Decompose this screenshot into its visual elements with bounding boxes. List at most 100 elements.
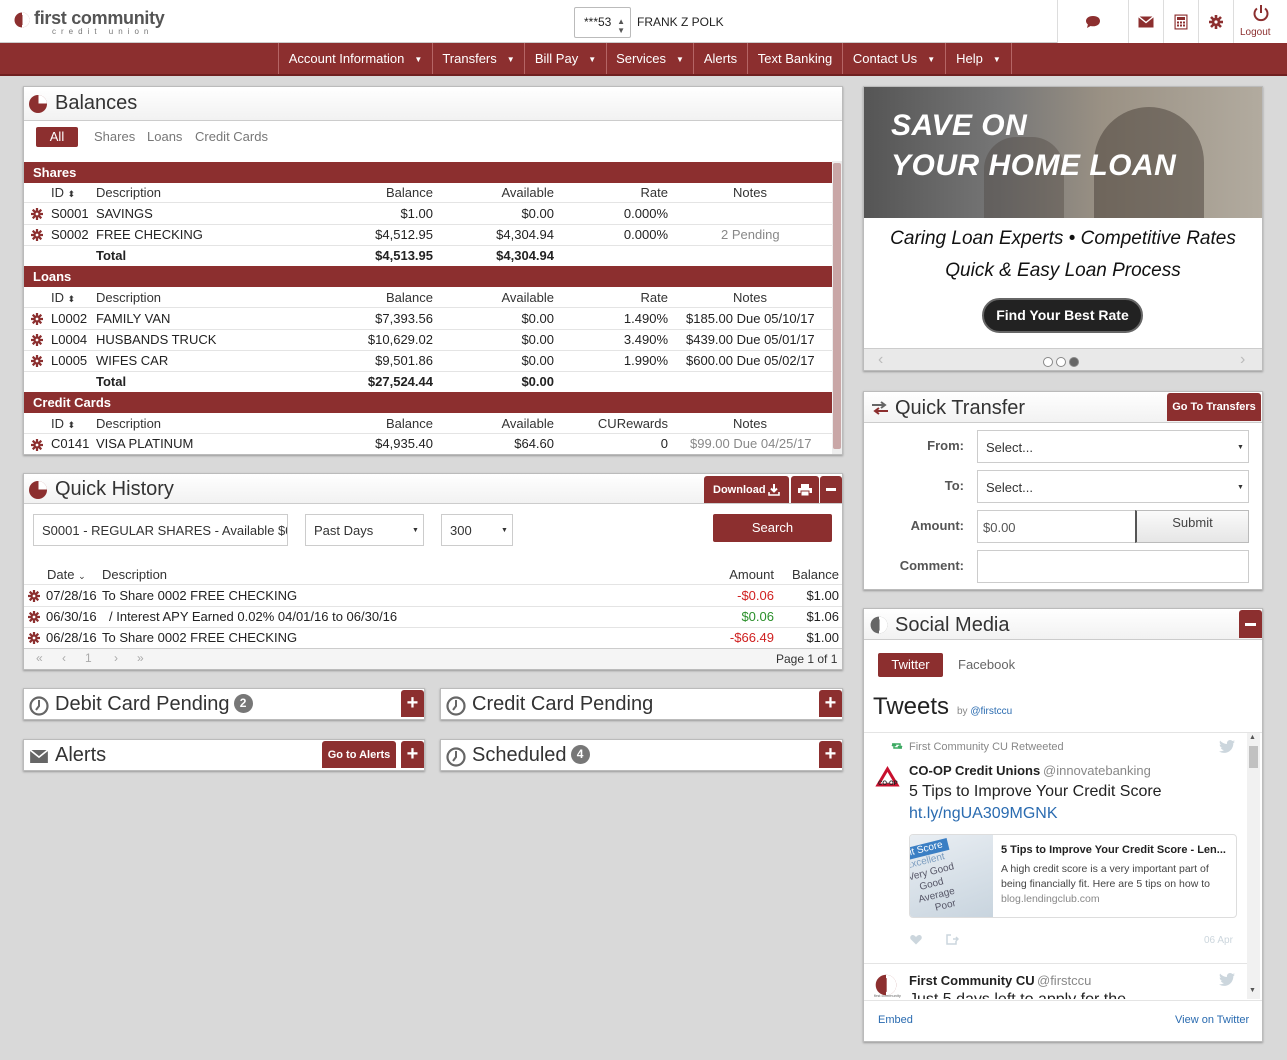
tab-facebook[interactable]: Facebook — [958, 657, 1015, 672]
twitter-bird-icon[interactable] — [1219, 973, 1235, 986]
table-row[interactable]: L0004 HUSBANDS TRUCK $10,629.02 $0.00 3.… — [24, 329, 832, 350]
balances-scrollbar[interactable] — [832, 161, 842, 454]
tweet-timeline[interactable]: First Community CU Retweeted CO-OP CO-OP… — [864, 733, 1262, 999]
table-row[interactable]: S0002 FREE CHECKING $4,512.95 $4,304.94 … — [24, 224, 832, 245]
gear-icon[interactable] — [31, 313, 43, 325]
filter-loans[interactable]: Loans — [147, 129, 182, 144]
chat-button[interactable] — [1057, 0, 1128, 43]
comment-input[interactable] — [977, 550, 1249, 583]
gear-icon[interactable] — [31, 334, 43, 346]
history-days-select[interactable]: 300 ▼ — [441, 514, 513, 546]
scheduled-panel[interactable]: Scheduled4 + — [440, 739, 843, 771]
carousel-next-icon[interactable]: › — [1240, 351, 1245, 369]
print-button[interactable] — [791, 476, 819, 503]
nav-account-information[interactable]: Account Information▼ — [278, 43, 432, 74]
pager-last[interactable]: » — [137, 651, 144, 665]
to-select[interactable]: Select... ▼ — [977, 470, 1249, 503]
expand-button[interactable]: + — [401, 690, 424, 717]
scroll-up-icon[interactable]: ▲ — [1249, 734, 1256, 741]
view-on-twitter-link[interactable]: View on Twitter — [1175, 1014, 1249, 1026]
nav-contact-us[interactable]: Contact Us▼ — [842, 43, 945, 74]
history-period-select[interactable]: Past Days ▼ — [305, 514, 424, 546]
pager-page[interactable]: 1 — [85, 651, 92, 665]
nav-bill-pay[interactable]: Bill Pay▼ — [524, 43, 606, 74]
nav-services[interactable]: Services▼ — [606, 43, 693, 74]
tweet-link[interactable]: ht.ly/ngUA309MGNK — [909, 805, 1058, 823]
col-date[interactable]: Date ⌄ — [47, 567, 86, 582]
gear-icon[interactable] — [31, 208, 43, 220]
table-row[interactable]: 06/30/16 / Interest APY Earned 0.02% 04/… — [24, 606, 842, 627]
account-select[interactable]: ***53 ▲▼ — [574, 7, 631, 38]
settings-button[interactable] — [1198, 0, 1233, 43]
amount-input[interactable]: $0.00 — [977, 510, 1136, 543]
scrollbar-thumb[interactable] — [1249, 746, 1258, 768]
table-row[interactable]: L0002 FAMILY VAN $7,393.56 $0.00 1.490% … — [24, 308, 832, 329]
link-card[interactable]: dit Score Excellent Very Good Good Avera… — [909, 834, 1237, 918]
go-to-alerts-button[interactable]: Go to Alerts — [322, 741, 396, 768]
expand-button[interactable]: + — [819, 741, 842, 768]
pager-prev[interactable]: ‹ — [62, 651, 66, 665]
search-button[interactable]: Search — [713, 514, 832, 542]
tweet-author[interactable]: CO-OP Credit Unions — [909, 763, 1040, 778]
gear-icon[interactable] — [31, 439, 43, 451]
credit-pending-panel[interactable]: Credit Card Pending + — [440, 688, 843, 720]
nav-text-banking[interactable]: Text Banking — [747, 43, 842, 74]
submit-button[interactable]: Submit — [1135, 510, 1249, 543]
twitter-bird-icon[interactable] — [1219, 740, 1235, 753]
tweets-handle-link[interactable]: @firstccu — [970, 706, 1012, 717]
cell-notes-pending[interactable]: 2 Pending — [721, 227, 780, 242]
logout-button[interactable]: Logout — [1233, 0, 1287, 43]
table-row[interactable]: S0001 SAVINGS $1.00 $0.00 0.000% — [24, 203, 832, 224]
filter-all[interactable]: All — [36, 127, 78, 147]
alerts-panel[interactable]: Alerts Go to Alerts + — [23, 739, 425, 771]
heart-icon[interactable] — [910, 934, 922, 945]
tweet-handle[interactable]: @innovatebanking — [1043, 763, 1151, 778]
pager-first[interactable]: « — [36, 651, 43, 665]
history-account-select[interactable]: S0001 - REGULAR SHARES - Available $0.00 — [33, 514, 288, 546]
first-community-avatar[interactable]: first community — [875, 974, 900, 999]
col-id[interactable]: ID ⬍ — [51, 416, 75, 431]
scroll-down-icon[interactable]: ▼ — [1249, 987, 1256, 994]
gear-icon[interactable] — [31, 229, 43, 241]
timeline-scrollbar[interactable]: ▲ ▼ — [1247, 733, 1260, 999]
carousel-dot[interactable] — [1056, 357, 1066, 367]
share-icon[interactable] — [946, 934, 959, 945]
nav-alerts[interactable]: Alerts — [693, 43, 747, 74]
gear-icon[interactable] — [28, 632, 40, 644]
tweet-author[interactable]: First Community CU — [909, 973, 1035, 988]
co-op-avatar[interactable]: CO-OP — [875, 766, 900, 791]
gear-icon[interactable] — [28, 611, 40, 623]
gear-icon[interactable] — [31, 355, 43, 367]
tweet-date[interactable]: 06 Apr — [1204, 935, 1233, 946]
table-row[interactable]: 07/28/16 To Share 0002 FREE CHECKING -$0… — [24, 585, 842, 606]
messages-button[interactable] — [1128, 0, 1163, 43]
filter-credit-cards[interactable]: Credit Cards — [195, 129, 268, 144]
find-rate-button[interactable]: Find Your Best Rate — [982, 298, 1143, 333]
carousel-prev-icon[interactable]: ‹ — [878, 351, 883, 369]
nav-transfers[interactable]: Transfers▼ — [432, 43, 524, 74]
tab-twitter[interactable]: Twitter — [878, 653, 943, 677]
promo-carousel[interactable]: SAVE ON YOUR HOME LOAN Caring Loan Exper… — [863, 86, 1263, 371]
calculator-button[interactable] — [1163, 0, 1198, 43]
gear-icon[interactable] — [28, 590, 40, 602]
debit-pending-panel[interactable]: Debit Card Pending2 + — [23, 688, 425, 720]
table-row[interactable]: C0141 VISA PLATINUM $4,935.40 $64.60 0 $… — [24, 434, 832, 454]
filter-shares[interactable]: Shares — [94, 129, 135, 144]
table-row[interactable]: 06/28/16 To Share 0002 FREE CHECKING -$6… — [24, 627, 842, 648]
carousel-dot[interactable] — [1069, 357, 1079, 367]
collapse-button[interactable] — [820, 476, 842, 503]
tweet-handle[interactable]: @firstccu — [1037, 973, 1091, 988]
carousel-dot[interactable] — [1043, 357, 1053, 367]
col-id[interactable]: ID ⬍ — [51, 290, 75, 305]
embed-link[interactable]: Embed — [878, 1014, 913, 1026]
pager-next[interactable]: › — [114, 651, 118, 665]
nav-help[interactable]: Help▼ — [945, 43, 1012, 74]
collapse-button[interactable] — [1239, 610, 1262, 638]
table-row[interactable]: L0005 WIFES CAR $9,501.86 $0.00 1.990% $… — [24, 350, 832, 371]
download-button[interactable]: Download — [704, 476, 789, 503]
scrollbar-thumb[interactable] — [833, 163, 841, 449]
col-id[interactable]: ID ⬍ — [51, 185, 75, 200]
expand-button[interactable]: + — [819, 690, 842, 717]
expand-button[interactable]: + — [401, 741, 424, 768]
from-select[interactable]: Select... ▼ — [977, 430, 1249, 463]
